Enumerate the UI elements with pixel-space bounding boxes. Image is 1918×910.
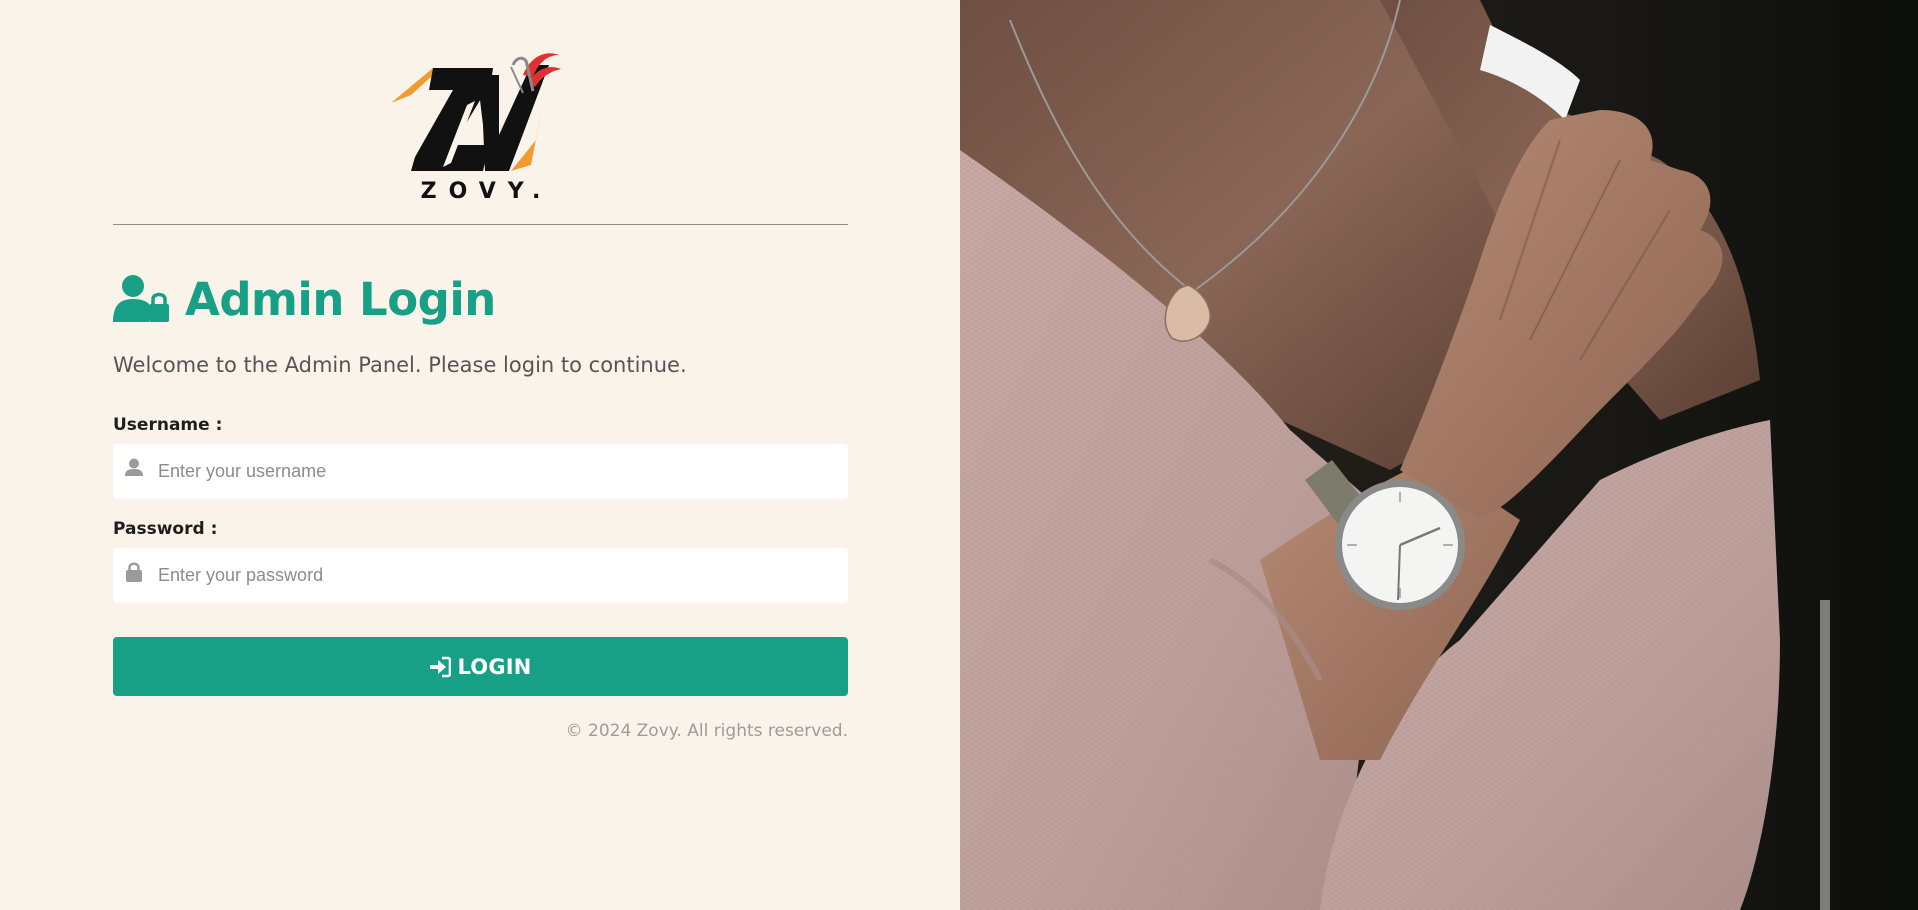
- page-title: Admin Login: [185, 272, 496, 326]
- password-input[interactable]: [113, 548, 848, 603]
- login-page: ZOVY. Admin Login Welcome to the Admin P…: [0, 0, 1918, 910]
- hero-image: [960, 0, 1918, 910]
- user-lock-icon: [113, 275, 169, 322]
- model-with-watch-photo: [960, 0, 1918, 910]
- username-field-wrap: [113, 444, 848, 499]
- login-card: ZOVY. Admin Login Welcome to the Admin P…: [113, 45, 848, 741]
- welcome-text: Welcome to the Admin Panel. Please login…: [113, 353, 687, 377]
- login-panel: ZOVY. Admin Login Welcome to the Admin P…: [0, 0, 960, 910]
- login-button-label: LOGIN: [457, 654, 532, 679]
- brand-name: ZOVY.: [420, 179, 553, 204]
- login-button[interactable]: LOGIN: [113, 637, 848, 696]
- header-divider: [113, 224, 848, 225]
- brand-logo: ZOVY.: [113, 45, 848, 204]
- password-label: Password :: [113, 519, 218, 539]
- sign-in-icon: [430, 656, 452, 677]
- title-row: Admin Login: [113, 271, 848, 327]
- username-label: Username :: [113, 415, 223, 435]
- copyright-text: © 2024 Zovy. All rights reserved.: [565, 721, 848, 741]
- username-input[interactable]: [113, 444, 848, 499]
- zovy-logo-icon: [390, 53, 561, 171]
- password-field-wrap: [113, 548, 848, 603]
